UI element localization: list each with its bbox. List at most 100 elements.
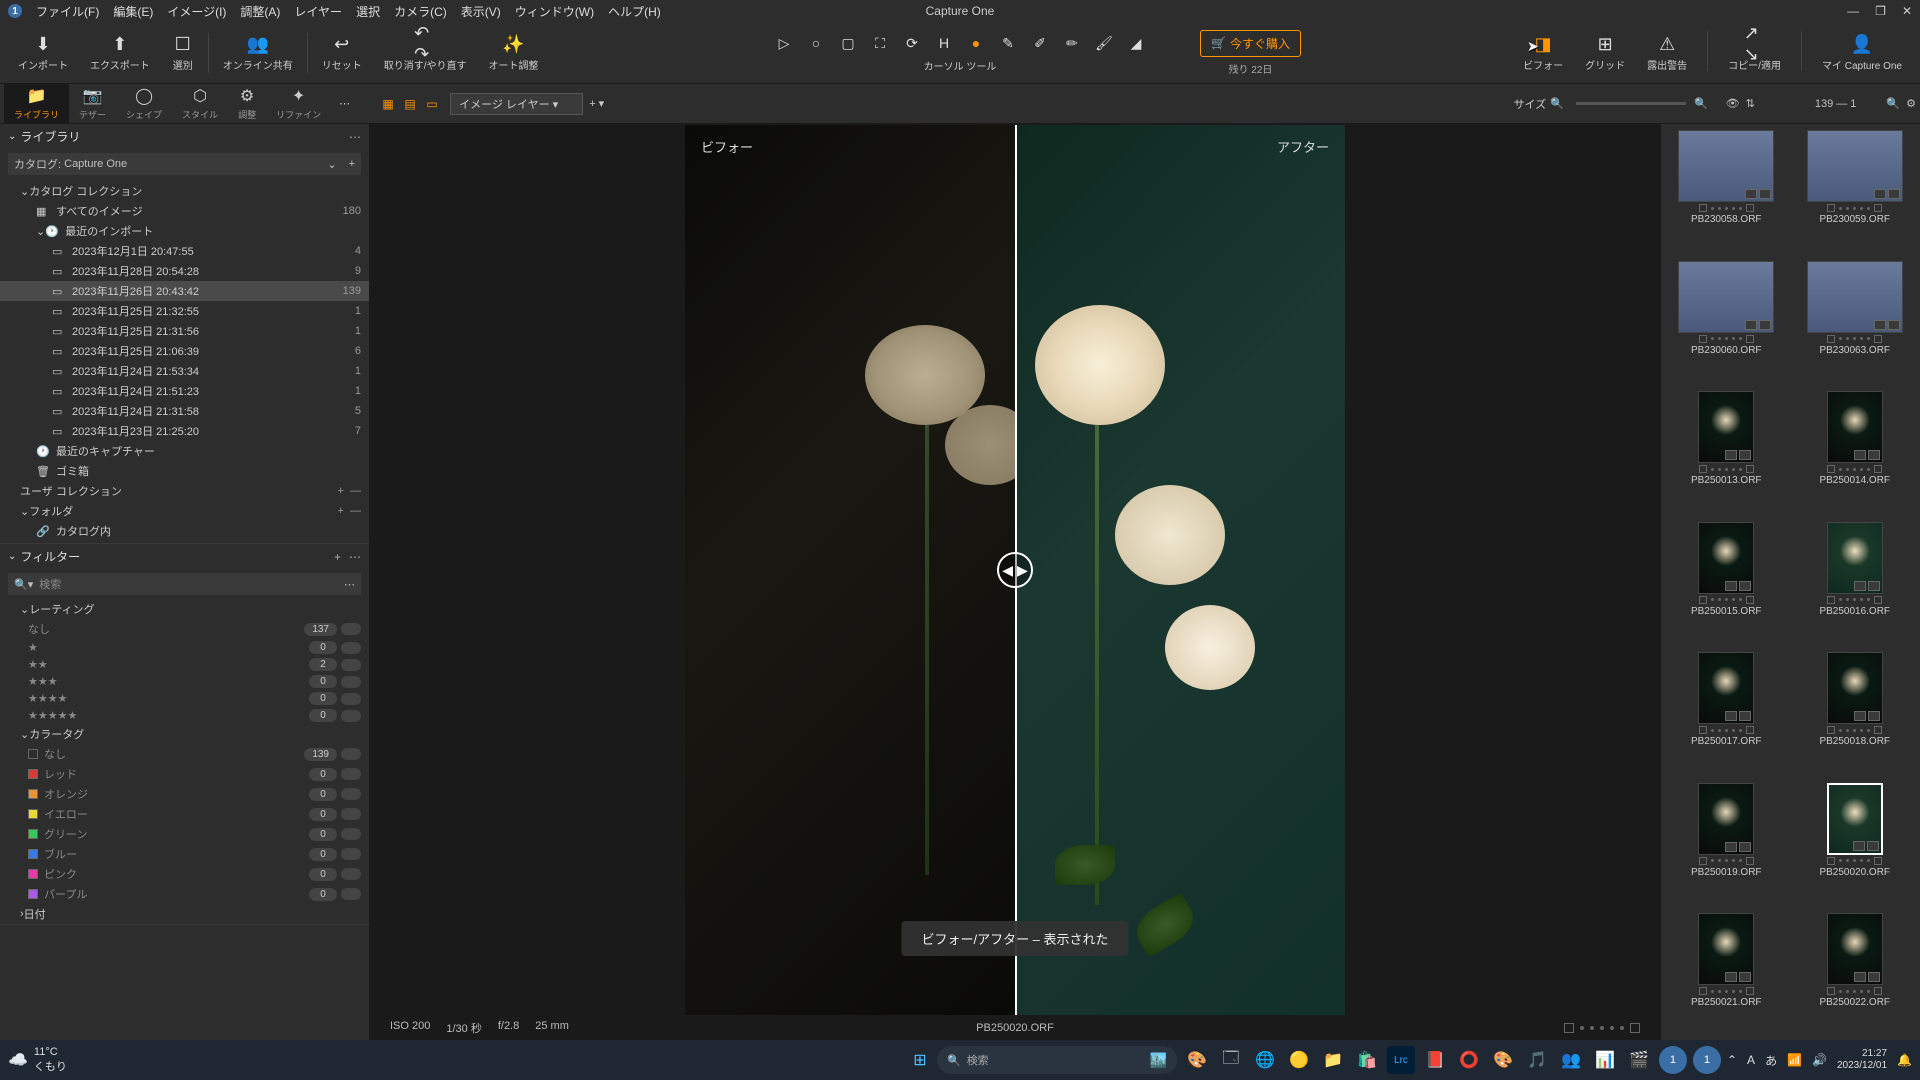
- tooltab-4[interactable]: ⚙調整: [228, 84, 266, 123]
- cull-button[interactable]: ☐選別: [164, 31, 202, 74]
- thumb-variant[interactable]: [1746, 857, 1754, 865]
- import-session-9[interactable]: ▭2023年11月23日 21:25:207: [0, 421, 369, 441]
- menu-adjust[interactable]: 調整(A): [240, 3, 280, 20]
- thumbnail-13[interactable]: PB250022.ORF: [1796, 913, 1915, 1034]
- task-edge[interactable]: 🌐: [1251, 1046, 1279, 1074]
- thumb-variant[interactable]: [1874, 987, 1882, 995]
- variant-picker[interactable]: [1630, 1023, 1640, 1033]
- thumb-colortag[interactable]: [1827, 465, 1835, 473]
- filter-toggle[interactable]: [341, 642, 361, 654]
- thumb-colortag[interactable]: [1699, 465, 1707, 473]
- tooltabs-more-icon[interactable]: ⋯: [331, 97, 358, 110]
- task-app2[interactable]: ⭕: [1455, 1046, 1483, 1074]
- filter-toggle[interactable]: [341, 659, 361, 671]
- thumb-colortag[interactable]: [1699, 987, 1707, 995]
- menu-edit[interactable]: 編集(E): [113, 3, 153, 20]
- thumb-colortag[interactable]: [1699, 726, 1707, 734]
- menu-window[interactable]: ウィンドウ(W): [515, 3, 594, 20]
- thumbnail-2[interactable]: PB230060.ORF: [1667, 261, 1786, 382]
- view-mode-filmstrip-icon[interactable]: ▤: [400, 96, 420, 112]
- recent-captures-item[interactable]: 🕐最近のキャプチャー: [0, 441, 369, 461]
- filter-toggle[interactable]: [341, 748, 361, 760]
- thumb-variant[interactable]: [1746, 726, 1754, 734]
- star-4[interactable]: [1610, 1026, 1614, 1030]
- rating-header[interactable]: ⌄レーティング: [0, 599, 369, 619]
- thumb-image[interactable]: [1698, 522, 1754, 594]
- remove-icon[interactable]: —: [350, 505, 361, 517]
- import-session-8[interactable]: ▭2023年11月24日 21:31:585: [0, 401, 369, 421]
- rating-filter-0[interactable]: なし137: [0, 619, 369, 639]
- thumb-variant[interactable]: [1874, 726, 1882, 734]
- account-button[interactable]: 👤マイ Capture One: [1814, 31, 1910, 74]
- auto-button[interactable]: ✨オート調整: [480, 31, 546, 74]
- task-store[interactable]: 🛍️: [1353, 1046, 1381, 1074]
- filter-toggle[interactable]: [341, 828, 361, 840]
- tooltab-2[interactable]: ◯シェイプ: [116, 84, 172, 123]
- undo-button[interactable]: ↶ ↷取り消す/やり直す: [376, 31, 475, 74]
- color-filter-5[interactable]: ブルー0: [0, 844, 369, 864]
- add-filter-icon[interactable]: +: [334, 550, 341, 564]
- panel-menu-icon[interactable]: ⋯: [349, 550, 361, 564]
- tool-spot[interactable]: ●: [964, 32, 988, 54]
- color-filter-4[interactable]: グリーン0: [0, 824, 369, 844]
- tool-crop[interactable]: ⛶: [868, 32, 892, 54]
- thumb-image[interactable]: [1827, 913, 1883, 985]
- folders-header[interactable]: ⌄フォルダ+ —: [0, 501, 369, 521]
- thumb-colortag[interactable]: [1827, 596, 1835, 604]
- color-filter-7[interactable]: パープル0: [0, 884, 369, 904]
- filter-toggle[interactable]: [341, 788, 361, 800]
- task-files[interactable]: 📁: [1319, 1046, 1347, 1074]
- browser-sort-icon[interactable]: ⇅: [1746, 97, 1755, 110]
- color-filter-3[interactable]: イエロー0: [0, 804, 369, 824]
- thumbnail-0[interactable]: PB230058.ORF: [1667, 130, 1786, 251]
- tool-pointer[interactable]: ▷: [772, 32, 796, 54]
- date-header[interactable]: ›日付: [0, 904, 369, 924]
- color-filter-1[interactable]: レッド0: [0, 764, 369, 784]
- tool-loupe[interactable]: ▢: [836, 32, 860, 54]
- panel-menu-icon[interactable]: ⋯: [349, 130, 361, 144]
- thumbnail-3[interactable]: PB230063.ORF: [1796, 261, 1915, 382]
- tray-ime-icon[interactable]: A: [1747, 1053, 1755, 1067]
- thumbnail-11[interactable]: PB250020.ORF: [1796, 783, 1915, 904]
- thumbnail-6[interactable]: PB250015.ORF: [1667, 522, 1786, 643]
- tray-wifi-icon[interactable]: 📶: [1787, 1053, 1802, 1067]
- import-session-4[interactable]: ▭2023年11月25日 21:31:561: [0, 321, 369, 341]
- minimize-icon[interactable]: —: [1847, 4, 1859, 18]
- tooltab-0[interactable]: 📁ライブラリ: [4, 84, 69, 123]
- filter-toggle[interactable]: [341, 868, 361, 880]
- thumbnail-9[interactable]: PB250018.ORF: [1796, 652, 1915, 773]
- menu-file[interactable]: ファイル(F): [36, 3, 99, 20]
- filter-toggle[interactable]: [341, 693, 361, 705]
- menu-help[interactable]: ヘルプ(H): [608, 3, 661, 20]
- thumbnail-10[interactable]: PB250019.ORF: [1667, 783, 1786, 904]
- import-session-3[interactable]: ▭2023年11月25日 21:32:551: [0, 301, 369, 321]
- rating-filter-2[interactable]: ★★2: [0, 656, 369, 673]
- tool-brush-b[interactable]: ✐: [1028, 32, 1052, 54]
- tool-keystone[interactable]: Η: [932, 32, 956, 54]
- tool-brush-c[interactable]: 🖌: [1092, 32, 1116, 54]
- filters-header[interactable]: ⌄ フィルター +⋯: [0, 544, 369, 569]
- thumb-variant[interactable]: [1746, 204, 1754, 212]
- thumb-variant[interactable]: [1746, 465, 1754, 473]
- catalog-collections-header[interactable]: ⌄カタログ コレクション: [0, 181, 369, 201]
- tool-erase[interactable]: ✏: [1060, 32, 1084, 54]
- thumb-variant[interactable]: [1874, 204, 1882, 212]
- thumb-colortag[interactable]: [1827, 726, 1835, 734]
- tool-brush-a[interactable]: ✎: [996, 32, 1020, 54]
- thumbnail-1[interactable]: PB230059.ORF: [1796, 130, 1915, 251]
- thumb-image[interactable]: [1827, 783, 1883, 855]
- thumb-size-slider[interactable]: [1576, 102, 1686, 105]
- thumb-variant[interactable]: [1746, 596, 1754, 604]
- thumb-colortag[interactable]: [1699, 857, 1707, 865]
- task-resolve[interactable]: 🎬: [1625, 1046, 1653, 1074]
- thumb-image[interactable]: [1827, 391, 1883, 463]
- task-lrc[interactable]: Lrc: [1387, 1046, 1415, 1074]
- task-chrome[interactable]: 🟡: [1285, 1046, 1313, 1074]
- rating-filter-3[interactable]: ★★★0: [0, 673, 369, 690]
- star-3[interactable]: [1600, 1026, 1604, 1030]
- taskbar-search[interactable]: 🔍 検索 🏙️: [937, 1046, 1177, 1074]
- task-captureone-a[interactable]: 1: [1659, 1046, 1687, 1074]
- import-button[interactable]: ⬇インポート: [10, 31, 76, 74]
- import-session-7[interactable]: ▭2023年11月24日 21:51:231: [0, 381, 369, 401]
- tool-hand[interactable]: ○: [804, 32, 828, 54]
